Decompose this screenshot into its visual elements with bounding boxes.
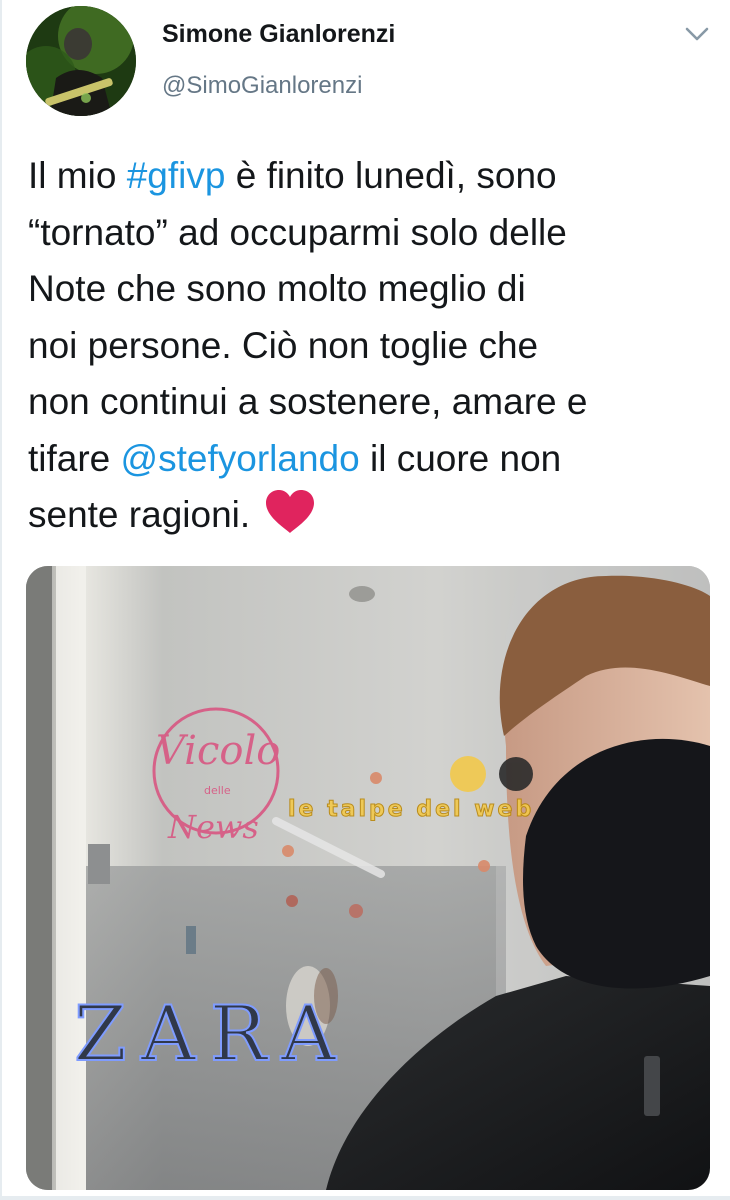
watermark-text: News	[167, 808, 259, 846]
store-sign: ZARA	[74, 989, 350, 1078]
watermark-text: Vicolo	[156, 728, 280, 774]
chevron-down-icon[interactable]	[684, 24, 710, 44]
exit-sign	[88, 844, 110, 884]
watermark-text: le talpe del web	[288, 797, 534, 822]
store-light	[286, 895, 298, 907]
store-light	[349, 904, 363, 918]
tweet-text-part: è finito lunedì, sono “tornato” ad occup…	[28, 155, 588, 479]
avatar-photo	[26, 6, 136, 116]
tweet-media-photo[interactable]: ZARA Vicolo delle News le talpe del web	[26, 566, 710, 1190]
heart-icon	[264, 489, 316, 535]
hashtag-link[interactable]: #gfivp	[127, 155, 226, 196]
left-column	[26, 566, 52, 1190]
tweet-text: Il mio #gfivp è finito lunedì, sono “tor…	[28, 148, 708, 544]
watermark-text: delle	[204, 784, 231, 797]
ceiling-light	[349, 586, 375, 602]
wall-panel	[186, 926, 196, 954]
mention-link[interactable]: @stefyorlando	[121, 438, 360, 479]
light-strip	[56, 566, 86, 1190]
avatar[interactable]	[26, 6, 136, 116]
zipper	[644, 1056, 660, 1116]
author-handle[interactable]: @SimoGianlorenzi	[162, 72, 362, 100]
divider	[2, 1196, 730, 1200]
tweet-text-part: Il mio	[28, 155, 127, 196]
tweet-card: Simone Gianlorenzi @SimoGianlorenzi Il m…	[0, 0, 730, 1200]
author-name[interactable]: Simone Gianlorenzi	[162, 20, 395, 49]
